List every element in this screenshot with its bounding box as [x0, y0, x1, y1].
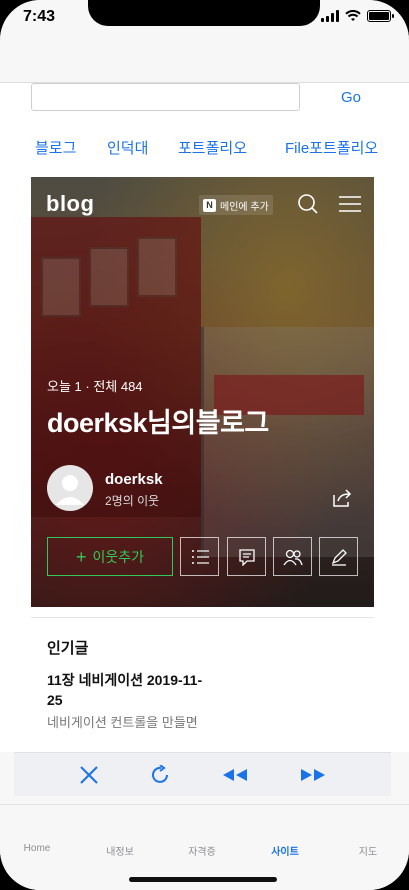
blog-logo[interactable]: blog — [46, 191, 94, 217]
battery-icon — [367, 10, 394, 22]
people-icon — [282, 549, 303, 565]
blog-title: doerksk님의블로그 — [47, 408, 269, 438]
browser-toolbar — [14, 752, 391, 796]
link-blog[interactable]: 블로그 — [35, 137, 76, 158]
neighbors-button[interactable] — [273, 537, 312, 576]
share-icon[interactable] — [331, 487, 353, 509]
link-file-portfolio[interactable]: File포트폴리오 — [285, 137, 378, 158]
add-neighbor-button[interactable]: + 이웃추가 — [47, 537, 173, 576]
popular-posts-heading: 인기글 — [47, 640, 89, 657]
menu-icon[interactable] — [339, 195, 361, 213]
home-indicator — [129, 877, 277, 882]
section-divider — [31, 617, 374, 618]
notch — [88, 0, 320, 26]
search-icon[interactable] — [297, 193, 319, 215]
guestbook-button[interactable] — [227, 537, 266, 576]
avatar[interactable] — [47, 465, 93, 511]
tab-sites[interactable]: 사이트 — [255, 843, 315, 858]
webview: Go 블로그 인덕대 포트폴리오 File포트폴리오 blog N 메인에 추가 — [0, 82, 409, 752]
tab-my-info[interactable]: 내정보 — [90, 843, 150, 858]
go-button[interactable]: Go — [341, 89, 361, 106]
status-bar: 7:43 — [0, 0, 409, 38]
tab-home[interactable]: Home — [7, 843, 67, 854]
visitor-counts: 오늘 1 · 전체 484 — [47, 379, 143, 394]
wifi-icon — [345, 10, 361, 21]
status-icons — [321, 10, 394, 22]
write-button[interactable] — [319, 537, 358, 576]
add-neighbor-label: 이웃추가 — [92, 548, 145, 565]
tab-map[interactable]: 지도 — [338, 843, 398, 858]
close-icon[interactable] — [78, 765, 100, 785]
tab-bar: Home 내정보 자격증 사이트 지도 — [0, 804, 409, 890]
naver-icon: N — [203, 198, 216, 212]
post-title[interactable]: 11장 네비게이션 2019-11-25 — [47, 670, 207, 710]
tab-certificates[interactable]: 자격증 — [172, 843, 232, 858]
add-to-main-button[interactable]: N 메인에 추가 — [199, 195, 273, 215]
blog-cover: blog N 메인에 추가 오늘 1 · 전체 484 doerksk님의블로그 — [31, 177, 374, 607]
pen-icon — [331, 548, 347, 566]
phone-screen: 7:43 Go 블로그 인덕대 포트폴리오 File포트폴리오 blog N 메… — [0, 0, 409, 890]
status-time: 7:43 — [23, 8, 56, 25]
default-avatar-icon — [56, 475, 84, 505]
add-to-main-label: 메인에 추가 — [220, 201, 269, 213]
user-name[interactable]: doerksk — [105, 471, 163, 488]
link-induk[interactable]: 인덕대 — [107, 137, 148, 158]
list-icon — [191, 549, 209, 564]
link-portfolio[interactable]: 포트폴리오 — [178, 137, 247, 158]
plus-icon: + — [75, 546, 87, 567]
comment-icon — [238, 548, 255, 566]
rewind-icon[interactable] — [222, 765, 248, 785]
refresh-icon[interactable] — [150, 765, 172, 785]
cellular-signal-icon — [321, 10, 339, 22]
post-list-button[interactable] — [180, 537, 219, 576]
quick-links: 블로그 인덕대 포트폴리오 File포트폴리오 — [0, 137, 409, 157]
url-input[interactable] — [31, 83, 300, 111]
neighbor-count: 2명의 이웃 — [105, 494, 160, 508]
post-description[interactable]: 네비게이션 컨트롤을 만들면 — [47, 713, 207, 733]
fast-forward-icon[interactable] — [300, 765, 326, 785]
